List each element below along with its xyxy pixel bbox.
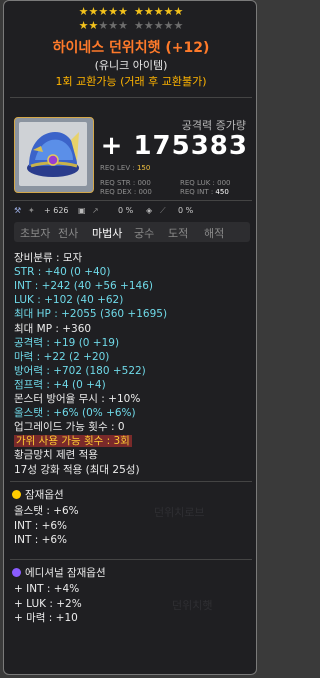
star-empty-icon: ★ [134, 19, 144, 32]
star-filled-icon: ★ [163, 5, 174, 18]
background-ghost-text: 던위치햇 [172, 599, 213, 612]
star-force-row-2: ★★★★★ ★★★★★ [4, 19, 256, 32]
req-str: REQ STR : 000 [100, 179, 151, 187]
star-filled-icon: ★ [78, 5, 89, 18]
job-tab-3: 궁수 [134, 227, 155, 240]
star-filled-icon: ★ [88, 19, 99, 32]
bag-icon: ▣ [78, 206, 86, 215]
divider [10, 97, 252, 98]
star-filled-icon: ★ [143, 5, 154, 18]
job-tabs: 초보자 전사 마법사 궁수 도적 해적 [14, 222, 250, 242]
stat-line: 공격력 : +19 (0 +19) [14, 336, 120, 349]
item-tooltip: ★★★★★ ★★★★★ ★★★★★ ★★★★★ 하이네스 던위치햇 (+12) (유… [3, 0, 257, 675]
star-filled-icon: ★ [173, 5, 184, 18]
item-info-icons: ⚒ ✦ + 626 ▣ ↗ 0 % ◈ ⟋ 0 % [14, 206, 250, 218]
stat-line: STR : +40 (0 +40) [14, 266, 111, 279]
divider [10, 481, 252, 482]
slash-icon: ⟋ [160, 206, 166, 215]
job-tab-2: 마법사 [92, 227, 123, 240]
job-tab-5: 해적 [204, 227, 225, 240]
info-value-1: + 626 [44, 206, 69, 215]
stat-line: 최대 MP : +360 [14, 322, 92, 335]
item-icon-frame [14, 117, 94, 193]
stat-line: 방어력 : +702 (180 +522) [14, 364, 146, 377]
info-value-3: 0 % [178, 206, 194, 215]
stat-line: INT : +242 (40 +56 +146) [14, 280, 153, 293]
stat-line: 장비분류 : 모자 [14, 252, 83, 264]
job-tab-1: 전사 [58, 227, 79, 240]
item-trade-info: 1회 교환가능 (거래 후 교환불가) [55, 75, 207, 88]
star-empty-icon: ★ [143, 19, 154, 32]
scissors-count-highlight: 가위 사용 가능 횟수 : 3회 [14, 435, 132, 448]
star-filled-icon: ★ [78, 19, 89, 32]
additional-potential-header: 에디셔널 잠재옵션 [12, 565, 106, 580]
stat-line: 업그레이드 가능 횟수 : 0 [14, 421, 125, 434]
stat-line: 마력 : +22 (2 +20) [14, 350, 110, 363]
star-empty-icon: ★ [108, 19, 119, 32]
background-ghost-text: 던위치로브 [154, 506, 205, 519]
item-icon-background [19, 122, 87, 186]
star-empty-icon: ★ [118, 19, 128, 32]
job-tab-4: 도적 [168, 227, 189, 240]
additional-potential-rank-icon [12, 568, 21, 577]
wrench-icon: ⚒ [14, 206, 22, 215]
shield-icon: ◈ [146, 206, 153, 215]
additional-potential-line: + 마력 : +10 [14, 612, 78, 624]
stat-line: 황금망치 제련 적용 [14, 449, 98, 462]
req-dex: REQ DEX : 000 [100, 188, 152, 196]
additional-potential-line: + INT : +4% [14, 583, 80, 595]
info-value-2: 0 % [118, 206, 134, 215]
req-int: REQ INT : 450 [180, 188, 229, 196]
hat-icon [27, 132, 79, 177]
additional-potential-line: + LUK : +2% [14, 597, 82, 610]
item-name: 하이네스 던위치햇 (+12) [52, 40, 210, 56]
stat-line: 17성 강화 적용 (최대 25성) [14, 463, 140, 476]
star-filled-icon: ★ [118, 5, 128, 18]
req-lev: REQ LEV : 150 [100, 164, 151, 172]
sword-icon: ✦ [28, 206, 35, 215]
item-rank: (유니크 아이템) [94, 59, 168, 72]
arrow-icon: ↗ [92, 206, 99, 215]
star-filled-icon: ★ [98, 5, 109, 18]
potential-header: 잠재옵션 [12, 487, 64, 502]
star-filled-icon: ★ [134, 5, 144, 18]
potential-line: INT : +6% [14, 519, 68, 532]
star-filled-icon: ★ [108, 5, 119, 18]
job-tab-0: 초보자 [20, 227, 51, 240]
attack-increase-value: + 175383 [100, 131, 248, 161]
divider [10, 559, 252, 560]
divider [10, 200, 252, 201]
star-filled-icon: ★ [88, 5, 99, 18]
star-empty-icon: ★ [173, 19, 184, 32]
stat-line: 올스탯 : +6% (0% +6%) [14, 407, 136, 420]
stat-line: LUK : +102 (40 +62) [14, 294, 124, 307]
star-filled-icon: ★ [153, 5, 164, 18]
star-force-row-1: ★★★★★ ★★★★★ [4, 5, 256, 18]
potential-line: INT : +6% [14, 534, 68, 546]
req-luk: REQ LUK : 000 [180, 179, 231, 187]
potential-line: 올스탯 : +6% [14, 505, 79, 517]
potential-rank-icon [12, 490, 21, 499]
star-empty-icon: ★ [98, 19, 109, 32]
stat-line: 몬스터 방어율 무시 : +10% [14, 393, 141, 405]
stat-line: 최대 HP : +2055 (360 +1695) [14, 308, 168, 321]
star-empty-icon: ★ [153, 19, 164, 32]
stat-line: 가위 사용 가능 횟수 : 3회 [14, 434, 132, 448]
stat-line: 점프력 : +4 (0 +4) [14, 378, 106, 391]
star-empty-icon: ★ [163, 19, 174, 32]
